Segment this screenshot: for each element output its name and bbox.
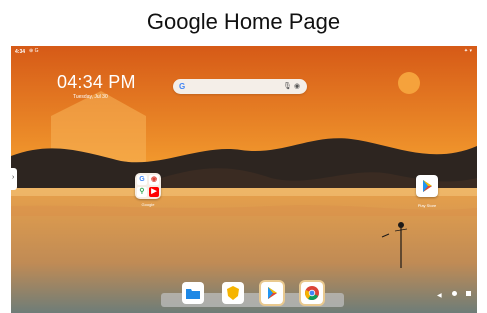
nav-home-button[interactable] [452, 291, 457, 296]
android-home-screen: 4:34 ⊕ G ✦ ▾ 04:34 PM Tuesday, Jul 30 G … [11, 46, 477, 313]
mic-icon[interactable]: 🎙 [283, 82, 292, 90]
google-app-icon: G [137, 175, 147, 185]
google-folder[interactable]: G ◉ ⚲ ▶ [135, 173, 161, 199]
play-store-dock-icon[interactable] [261, 282, 283, 304]
nav-back-button[interactable]: ◀ [437, 292, 442, 299]
side-drawer-handle[interactable]: › [11, 168, 17, 190]
status-left-icons: ⊕ G [29, 48, 39, 54]
nav-recents-button[interactable] [466, 291, 471, 296]
google-folder-label: Google [141, 202, 155, 207]
google-logo-icon: G [179, 82, 186, 91]
google-search-bar[interactable]: G 🎙 ◉ [173, 79, 307, 94]
status-time: 4:34 [15, 49, 26, 55]
status-bar: 4:34 ⊕ G ✦ ▾ [11, 46, 477, 57]
chrome-icon[interactable] [301, 282, 323, 304]
lens-icon[interactable]: ◉ [294, 82, 300, 90]
play-store-label: Play Store [417, 203, 437, 208]
chevron-right-icon: › [12, 174, 15, 181]
clock-widget-time[interactable]: 04:34 PM [57, 72, 136, 93]
maps-icon: ⚲ [137, 187, 147, 197]
status-right-icons: ✦ ▾ [463, 48, 472, 54]
chrome-mini-icon: ◉ [149, 175, 159, 185]
play-store-shortcut[interactable] [416, 175, 438, 197]
clock-widget-date[interactable]: Tuesday, Jul 30 [73, 94, 108, 100]
youtube-icon: ▶ [149, 187, 159, 197]
play-store-icon [423, 180, 432, 192]
launcher-shield-icon[interactable] [222, 282, 244, 304]
files-icon[interactable] [182, 282, 204, 304]
page-caption: Google Home Page [146, 9, 341, 34]
